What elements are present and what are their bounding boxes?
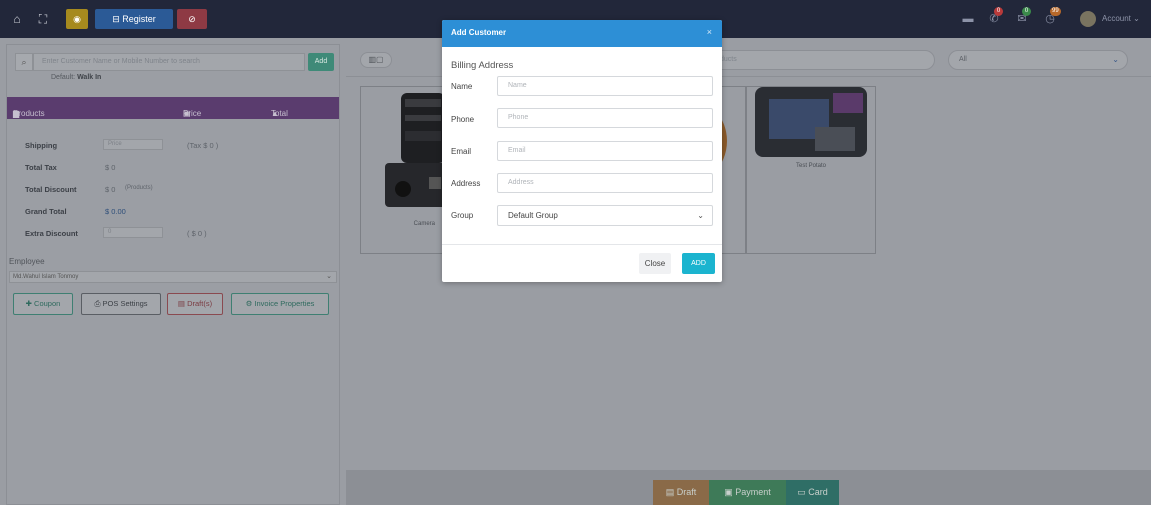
employee-label: Employee	[9, 257, 45, 266]
search-icon: ⌕	[15, 53, 33, 71]
billing-address-heading: Billing Address	[451, 60, 514, 71]
chevron-down-icon: ⌄	[1133, 14, 1140, 23]
coupon-button[interactable]: ✚ Coupon	[13, 293, 73, 315]
gear-icon: ⚙	[245, 299, 253, 308]
chevron-down-icon: ⌄	[326, 273, 332, 280]
address-input[interactable]: Address	[497, 173, 713, 193]
customer-search-row: ⌕ Enter Customer Name or Mobile Number t…	[15, 53, 334, 71]
fullscreen-icon[interactable]: ⛶	[34, 10, 52, 28]
phone-label: Phone	[451, 115, 475, 124]
invoice-properties-button[interactable]: ⚙ Invoice Properties	[231, 293, 329, 315]
modal-title: Add Customer	[451, 28, 507, 37]
product-card-test-potato[interactable]: Test Potato	[746, 86, 876, 254]
total-discount-row: Total Discount $ 0 (Products)	[25, 185, 153, 194]
total-tax-row: Total Tax $ 0	[25, 163, 116, 172]
avatar[interactable]	[1080, 11, 1096, 27]
draft-button[interactable]: ▤ Draft	[653, 480, 709, 505]
modal-footer-divider	[442, 244, 722, 245]
message-badge: 0	[1022, 7, 1031, 16]
clock-badge: 99	[1050, 7, 1061, 16]
draft-icon: ▤	[665, 487, 675, 497]
laptop-image	[755, 87, 867, 157]
power-button[interactable]: ⊘	[177, 9, 207, 29]
extra-discount-input[interactable]: 0	[103, 227, 163, 238]
checkout-bar: ▤ Draft ▣ Payment ▭ Card	[346, 470, 1151, 505]
coupon-icon: ✚	[25, 299, 32, 308]
barcode-icon: ▥▢	[368, 55, 384, 64]
add-customer-modal: Add Customer × Billing Address Name Name…	[442, 20, 722, 282]
draft-icon: ▤	[177, 299, 185, 308]
home-icon[interactable]: ⌂	[8, 10, 26, 28]
customer-search-input[interactable]: Enter Customer Name or Mobile Number to …	[33, 53, 305, 71]
account-menu[interactable]: Account ⌄	[1102, 14, 1140, 23]
close-button[interactable]: Close	[639, 253, 671, 274]
grand-total-row: Grand Total $ 0.00	[25, 207, 126, 216]
drafts-button[interactable]: ▤ Draft(s)	[167, 293, 223, 315]
shipping-input[interactable]: Price	[103, 139, 163, 150]
close-icon[interactable]: ×	[707, 27, 712, 37]
product-name: Test Potato	[795, 163, 827, 169]
group-label: Group	[451, 211, 474, 220]
name-label: Name	[451, 82, 473, 91]
add-button[interactable]: ADD	[682, 253, 715, 274]
notification-badge: 0	[994, 7, 1003, 16]
pos-settings-button[interactable]: ⎙ POS Settings	[81, 293, 161, 315]
email-label: Email	[451, 147, 472, 156]
chevron-down-icon: ⌄	[697, 211, 704, 220]
cart-table-header: ▆ Products ▣ Price ▲ Total	[7, 97, 339, 119]
keyboard-icon[interactable]: ▬	[960, 12, 976, 26]
chevron-down-icon: ⌄	[1112, 55, 1119, 64]
modal-header: Add Customer ×	[442, 20, 722, 47]
address-label: Address	[451, 179, 481, 188]
extra-discount-row: Extra Discount 0 ( $ 0 )	[25, 227, 207, 238]
printer-icon: ⎙	[94, 299, 101, 308]
product-search-input[interactable]: ducts	[701, 50, 935, 70]
register-icon: ⊟	[112, 14, 120, 24]
employee-select[interactable]: Md.Wahul Islam Tonmoy ⌄	[9, 271, 337, 283]
calculator-button[interactable]: ◉	[66, 9, 88, 29]
barcode-button[interactable]: ▥▢	[360, 52, 392, 68]
group-select[interactable]: Default Group ⌄	[497, 205, 713, 226]
card-button[interactable]: ▭ Card	[786, 480, 839, 505]
money-icon: ▣	[724, 487, 733, 497]
phone-input[interactable]: Phone	[497, 108, 713, 128]
register-button[interactable]: ⊟ Register	[95, 9, 173, 29]
default-customer-label: Default: Walk In	[51, 74, 102, 81]
name-input[interactable]: Name	[497, 76, 713, 96]
card-icon: ▭	[797, 487, 806, 497]
cart-panel: ⌕ Enter Customer Name or Mobile Number t…	[6, 44, 340, 505]
email-input[interactable]: Email	[497, 141, 713, 161]
add-customer-button[interactable]: Add	[308, 53, 334, 71]
payment-button[interactable]: ▣ Payment	[709, 480, 786, 505]
category-select[interactable]: All ⌄	[948, 50, 1128, 70]
shipping-row: Shipping Price (Tax $ 0 )	[25, 139, 219, 150]
